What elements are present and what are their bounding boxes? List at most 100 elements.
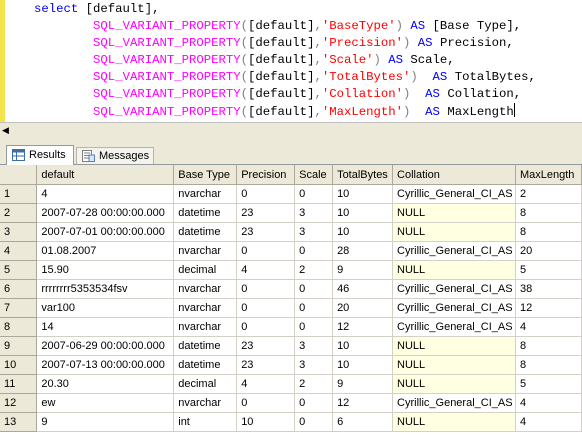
table-cell[interactable]: nvarchar [173, 279, 238, 299]
table-cell[interactable]: 10 [236, 412, 296, 432]
table-cell[interactable]: nvarchar [173, 241, 238, 261]
table-cell[interactable]: Cyrillic_General_CI_AS [392, 241, 516, 261]
table-row[interactable]: 9 2007-06-29 00:00:00.000 datetime 23 3 10 NUL… [0, 336, 582, 356]
scroll-left-icon[interactable]: ◀ [2, 125, 12, 135]
table-cell[interactable]: 5 [515, 374, 582, 394]
table-cell[interactable]: 3 [294, 336, 334, 356]
row-number[interactable]: 2 [0, 203, 38, 223]
table-cell[interactable]: 8 [515, 222, 582, 242]
table-cell[interactable]: 2 [294, 374, 334, 394]
code-line[interactable]: select [default], [34, 1, 536, 18]
column-header[interactable]: Precision [236, 165, 296, 185]
table-cell[interactable]: nvarchar [173, 317, 238, 337]
table-cell[interactable]: 0 [294, 279, 334, 299]
table-cell[interactable]: 0 [294, 184, 334, 204]
table-cell[interactable]: 8 [515, 203, 582, 223]
row-number[interactable]: 6 [0, 279, 38, 299]
table-cell[interactable]: 3 [294, 355, 334, 375]
table-cell[interactable]: datetime [173, 203, 238, 223]
table-cell[interactable]: Cyrillic_General_CI_AS [392, 317, 516, 337]
table-row[interactable]: 4 01.08.2007 nvarchar 0 0 28 Cyrillic_General_… [0, 241, 582, 261]
table-cell[interactable]: NULL [392, 355, 516, 375]
table-cell[interactable]: datetime [173, 222, 238, 242]
table-cell[interactable]: 4 [36, 184, 175, 204]
table-cell[interactable]: 10 [332, 336, 394, 356]
row-number[interactable]: 12 [0, 393, 38, 413]
table-cell[interactable]: NULL [392, 374, 516, 394]
table-row[interactable]: 13 9 int 10 0 6 NULL 4 [0, 412, 582, 432]
row-number[interactable]: 10 [0, 355, 38, 375]
row-number[interactable]: 1 [0, 184, 38, 204]
table-cell[interactable]: ew [36, 393, 175, 413]
table-cell[interactable]: nvarchar [173, 298, 238, 318]
table-cell[interactable]: 2007-07-28 00:00:00.000 [36, 203, 175, 223]
table-cell[interactable]: 10 [332, 203, 394, 223]
table-cell[interactable]: 8 [515, 336, 582, 356]
table-cell[interactable]: 28 [332, 241, 394, 261]
row-number[interactable]: 13 [0, 412, 38, 432]
table-cell[interactable]: 12 [332, 317, 394, 337]
table-cell[interactable]: 9 [36, 412, 175, 432]
table-cell[interactable]: 12 [332, 393, 394, 413]
table-cell[interactable]: 0 [236, 184, 296, 204]
table-row[interactable]: 2 2007-07-28 00:00:00.000 datetime 23 3 10 NUL… [0, 203, 582, 223]
table-cell[interactable]: Cyrillic_General_CI_AS [392, 393, 516, 413]
table-row[interactable]: 6 rrrrrrrr5353534fsv nvarchar 0 0 46 Cyrillic_… [0, 279, 582, 299]
table-row[interactable]: 11 20.30 decimal 4 2 9 NULL 5 [0, 374, 582, 394]
table-cell[interactable]: 20 [332, 298, 394, 318]
table-cell[interactable]: NULL [392, 336, 516, 356]
editor-horizontal-scrollbar[interactable]: ◀ [0, 122, 582, 137]
table-cell[interactable]: datetime [173, 355, 238, 375]
table-cell[interactable]: 2 [515, 184, 582, 204]
column-header[interactable]: TotalBytes [332, 165, 394, 185]
table-cell[interactable]: 0 [236, 298, 296, 318]
table-cell[interactable]: 15.90 [36, 260, 175, 280]
table-cell[interactable]: 0 [294, 317, 334, 337]
table-cell[interactable]: 3 [294, 222, 334, 242]
row-number[interactable]: 11 [0, 374, 38, 394]
table-row[interactable]: 7 var100 nvarchar 0 0 20 Cyrillic_General_CI_A… [0, 298, 582, 318]
table-cell[interactable]: 0 [294, 393, 334, 413]
table-cell[interactable]: 0 [294, 298, 334, 318]
table-cell[interactable]: int [173, 412, 238, 432]
table-cell[interactable]: NULL [392, 203, 516, 223]
column-header[interactable]: MaxLength [515, 165, 582, 185]
code-line[interactable]: SQL_VARIANT_PROPERTY([default],'Scale') … [34, 52, 536, 69]
table-cell[interactable]: nvarchar [173, 393, 238, 413]
table-cell[interactable]: nvarchar [173, 184, 238, 204]
table-cell[interactable]: 23 [236, 336, 296, 356]
table-cell[interactable]: 38 [515, 279, 582, 299]
row-number[interactable]: 5 [0, 260, 38, 280]
table-cell[interactable]: decimal [173, 260, 238, 280]
table-cell[interactable]: 0 [294, 241, 334, 261]
table-cell[interactable]: 6 [332, 412, 394, 432]
code-line[interactable]: SQL_VARIANT_PROPERTY([default],'MaxLengt… [34, 103, 536, 121]
table-cell[interactable]: 20.30 [36, 374, 175, 394]
table-cell[interactable]: 0 [236, 317, 296, 337]
row-number[interactable]: 7 [0, 298, 38, 318]
table-cell[interactable]: 4 [236, 260, 296, 280]
table-cell[interactable]: 10 [332, 184, 394, 204]
results-grid[interactable]: default Base Type Precision Scale TotalBytes… [0, 165, 582, 435]
table-cell[interactable]: 4 [515, 393, 582, 413]
table-cell[interactable]: NULL [392, 412, 516, 432]
table-cell[interactable]: 5 [515, 260, 582, 280]
row-number[interactable]: 4 [0, 241, 38, 261]
table-row[interactable]: 8 14 nvarchar 0 0 12 Cyrillic_General_CI_AS 4 [0, 317, 582, 337]
table-cell[interactable]: 0 [236, 393, 296, 413]
table-cell[interactable]: Cyrillic_General_CI_AS [392, 184, 516, 204]
code-line[interactable]: SQL_VARIANT_PROPERTY([default],'Collatio… [34, 86, 536, 103]
table-cell[interactable]: 10 [332, 222, 394, 242]
table-cell[interactable]: 23 [236, 203, 296, 223]
column-header[interactable]: default [36, 165, 175, 185]
table-cell[interactable]: 0 [236, 279, 296, 299]
table-row[interactable]: 3 2007-07-01 00:00:00.000 datetime 23 3 10 NUL… [0, 222, 582, 242]
table-cell[interactable]: 10 [332, 355, 394, 375]
table-cell[interactable]: 46 [332, 279, 394, 299]
table-cell[interactable]: 9 [332, 374, 394, 394]
table-cell[interactable]: 2007-06-29 00:00:00.000 [36, 336, 175, 356]
table-cell[interactable]: var100 [36, 298, 175, 318]
table-cell[interactable]: 8 [515, 355, 582, 375]
table-cell[interactable]: 2007-07-13 00:00:00.000 [36, 355, 175, 375]
table-cell[interactable]: 0 [294, 412, 334, 432]
